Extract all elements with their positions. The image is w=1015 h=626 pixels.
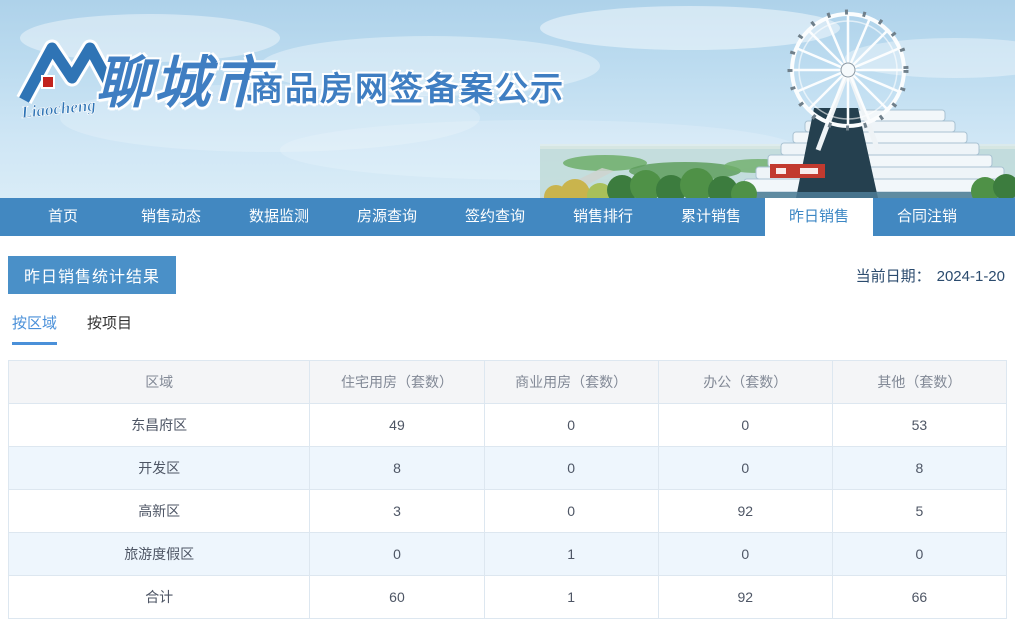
cell-other: 5 <box>832 490 1006 533</box>
cell-office: 92 <box>658 576 832 619</box>
col-header-residential: 住宅用房（套数） <box>310 361 484 404</box>
site-header: Liaocheng 聊城市 商品房网签备案公示 <box>0 0 1015 198</box>
tab-by-project[interactable]: 按项目 <box>87 312 132 345</box>
col-header-commercial: 商业用房（套数） <box>484 361 658 404</box>
page: Liaocheng 聊城市 商品房网签备案公示 首页 销售动态 数据监测 房源查… <box>0 0 1015 619</box>
nav-item-signing-query[interactable]: 签约查询 <box>441 198 549 236</box>
col-header-office: 办公（套数） <box>658 361 832 404</box>
nav-item-sales-ranking[interactable]: 销售排行 <box>549 198 657 236</box>
table-header-row: 区域 住宅用房（套数） 商业用房（套数） 办公（套数） 其他（套数） <box>9 361 1007 404</box>
logo-red-square <box>42 76 54 88</box>
current-date-label: 当前日期： <box>856 268 931 285</box>
cell-region: 东昌府区 <box>9 404 310 447</box>
cell-residential: 60 <box>310 576 484 619</box>
view-tabs: 按区域 按项目 <box>8 312 1007 345</box>
cell-region: 高新区 <box>9 490 310 533</box>
cell-commercial: 1 <box>484 576 658 619</box>
city-name: 聊城市 <box>96 38 270 119</box>
nav-item-sales-dynamics[interactable]: 销售动态 <box>117 198 225 236</box>
table-row: 旅游度假区 0 1 0 0 <box>9 533 1007 576</box>
cell-residential: 0 <box>310 533 484 576</box>
cell-other: 0 <box>832 533 1006 576</box>
cell-residential: 8 <box>310 447 484 490</box>
cell-residential: 49 <box>310 404 484 447</box>
section-title-badge: 昨日销售统计结果 <box>8 256 176 294</box>
tab-by-region[interactable]: 按区域 <box>12 312 57 345</box>
nav-item-data-monitoring[interactable]: 数据监测 <box>225 198 333 236</box>
cell-region: 旅游度假区 <box>9 533 310 576</box>
cell-commercial: 0 <box>484 447 658 490</box>
table-row-total: 合计 60 1 92 66 <box>9 576 1007 619</box>
cell-commercial: 0 <box>484 490 658 533</box>
cell-commercial: 0 <box>484 404 658 447</box>
main-content: 昨日销售统计结果 当前日期： 2024-1-20 按区域 按项目 区域 住宅用房（… <box>0 256 1015 619</box>
cell-region: 合计 <box>9 576 310 619</box>
cell-residential: 3 <box>310 490 484 533</box>
cell-other: 53 <box>832 404 1006 447</box>
nav-item-home[interactable]: 首页 <box>9 198 117 236</box>
cell-commercial: 1 <box>484 533 658 576</box>
yesterday-sales-table: 区域 住宅用房（套数） 商业用房（套数） 办公（套数） 其他（套数） 东昌府区 … <box>8 360 1007 619</box>
nav-item-contract-cancellation[interactable]: 合同注销 <box>873 198 981 236</box>
current-date: 当前日期： 2024-1-20 <box>856 265 1007 286</box>
nav-item-cumulative-sales[interactable]: 累计销售 <box>657 198 765 236</box>
cell-other: 8 <box>832 447 1006 490</box>
site-title: 商品房网签备案公示 <box>250 62 565 110</box>
current-date-value: 2024-1-20 <box>937 268 1005 285</box>
table-row: 高新区 3 0 92 5 <box>9 490 1007 533</box>
main-nav: 首页 销售动态 数据监测 房源查询 签约查询 销售排行 累计销售 昨日销售 合同… <box>0 198 1015 236</box>
cell-office: 0 <box>658 447 832 490</box>
table-row: 东昌府区 49 0 0 53 <box>9 404 1007 447</box>
cell-region: 开发区 <box>9 447 310 490</box>
nav-item-listing-query[interactable]: 房源查询 <box>333 198 441 236</box>
col-header-region: 区域 <box>9 361 310 404</box>
col-header-other: 其他（套数） <box>832 361 1006 404</box>
nav-item-yesterday-sales[interactable]: 昨日销售 <box>765 198 873 236</box>
cell-office: 92 <box>658 490 832 533</box>
cell-other: 66 <box>832 576 1006 619</box>
table-row: 开发区 8 0 0 8 <box>9 447 1007 490</box>
cell-office: 0 <box>658 404 832 447</box>
cell-office: 0 <box>658 533 832 576</box>
